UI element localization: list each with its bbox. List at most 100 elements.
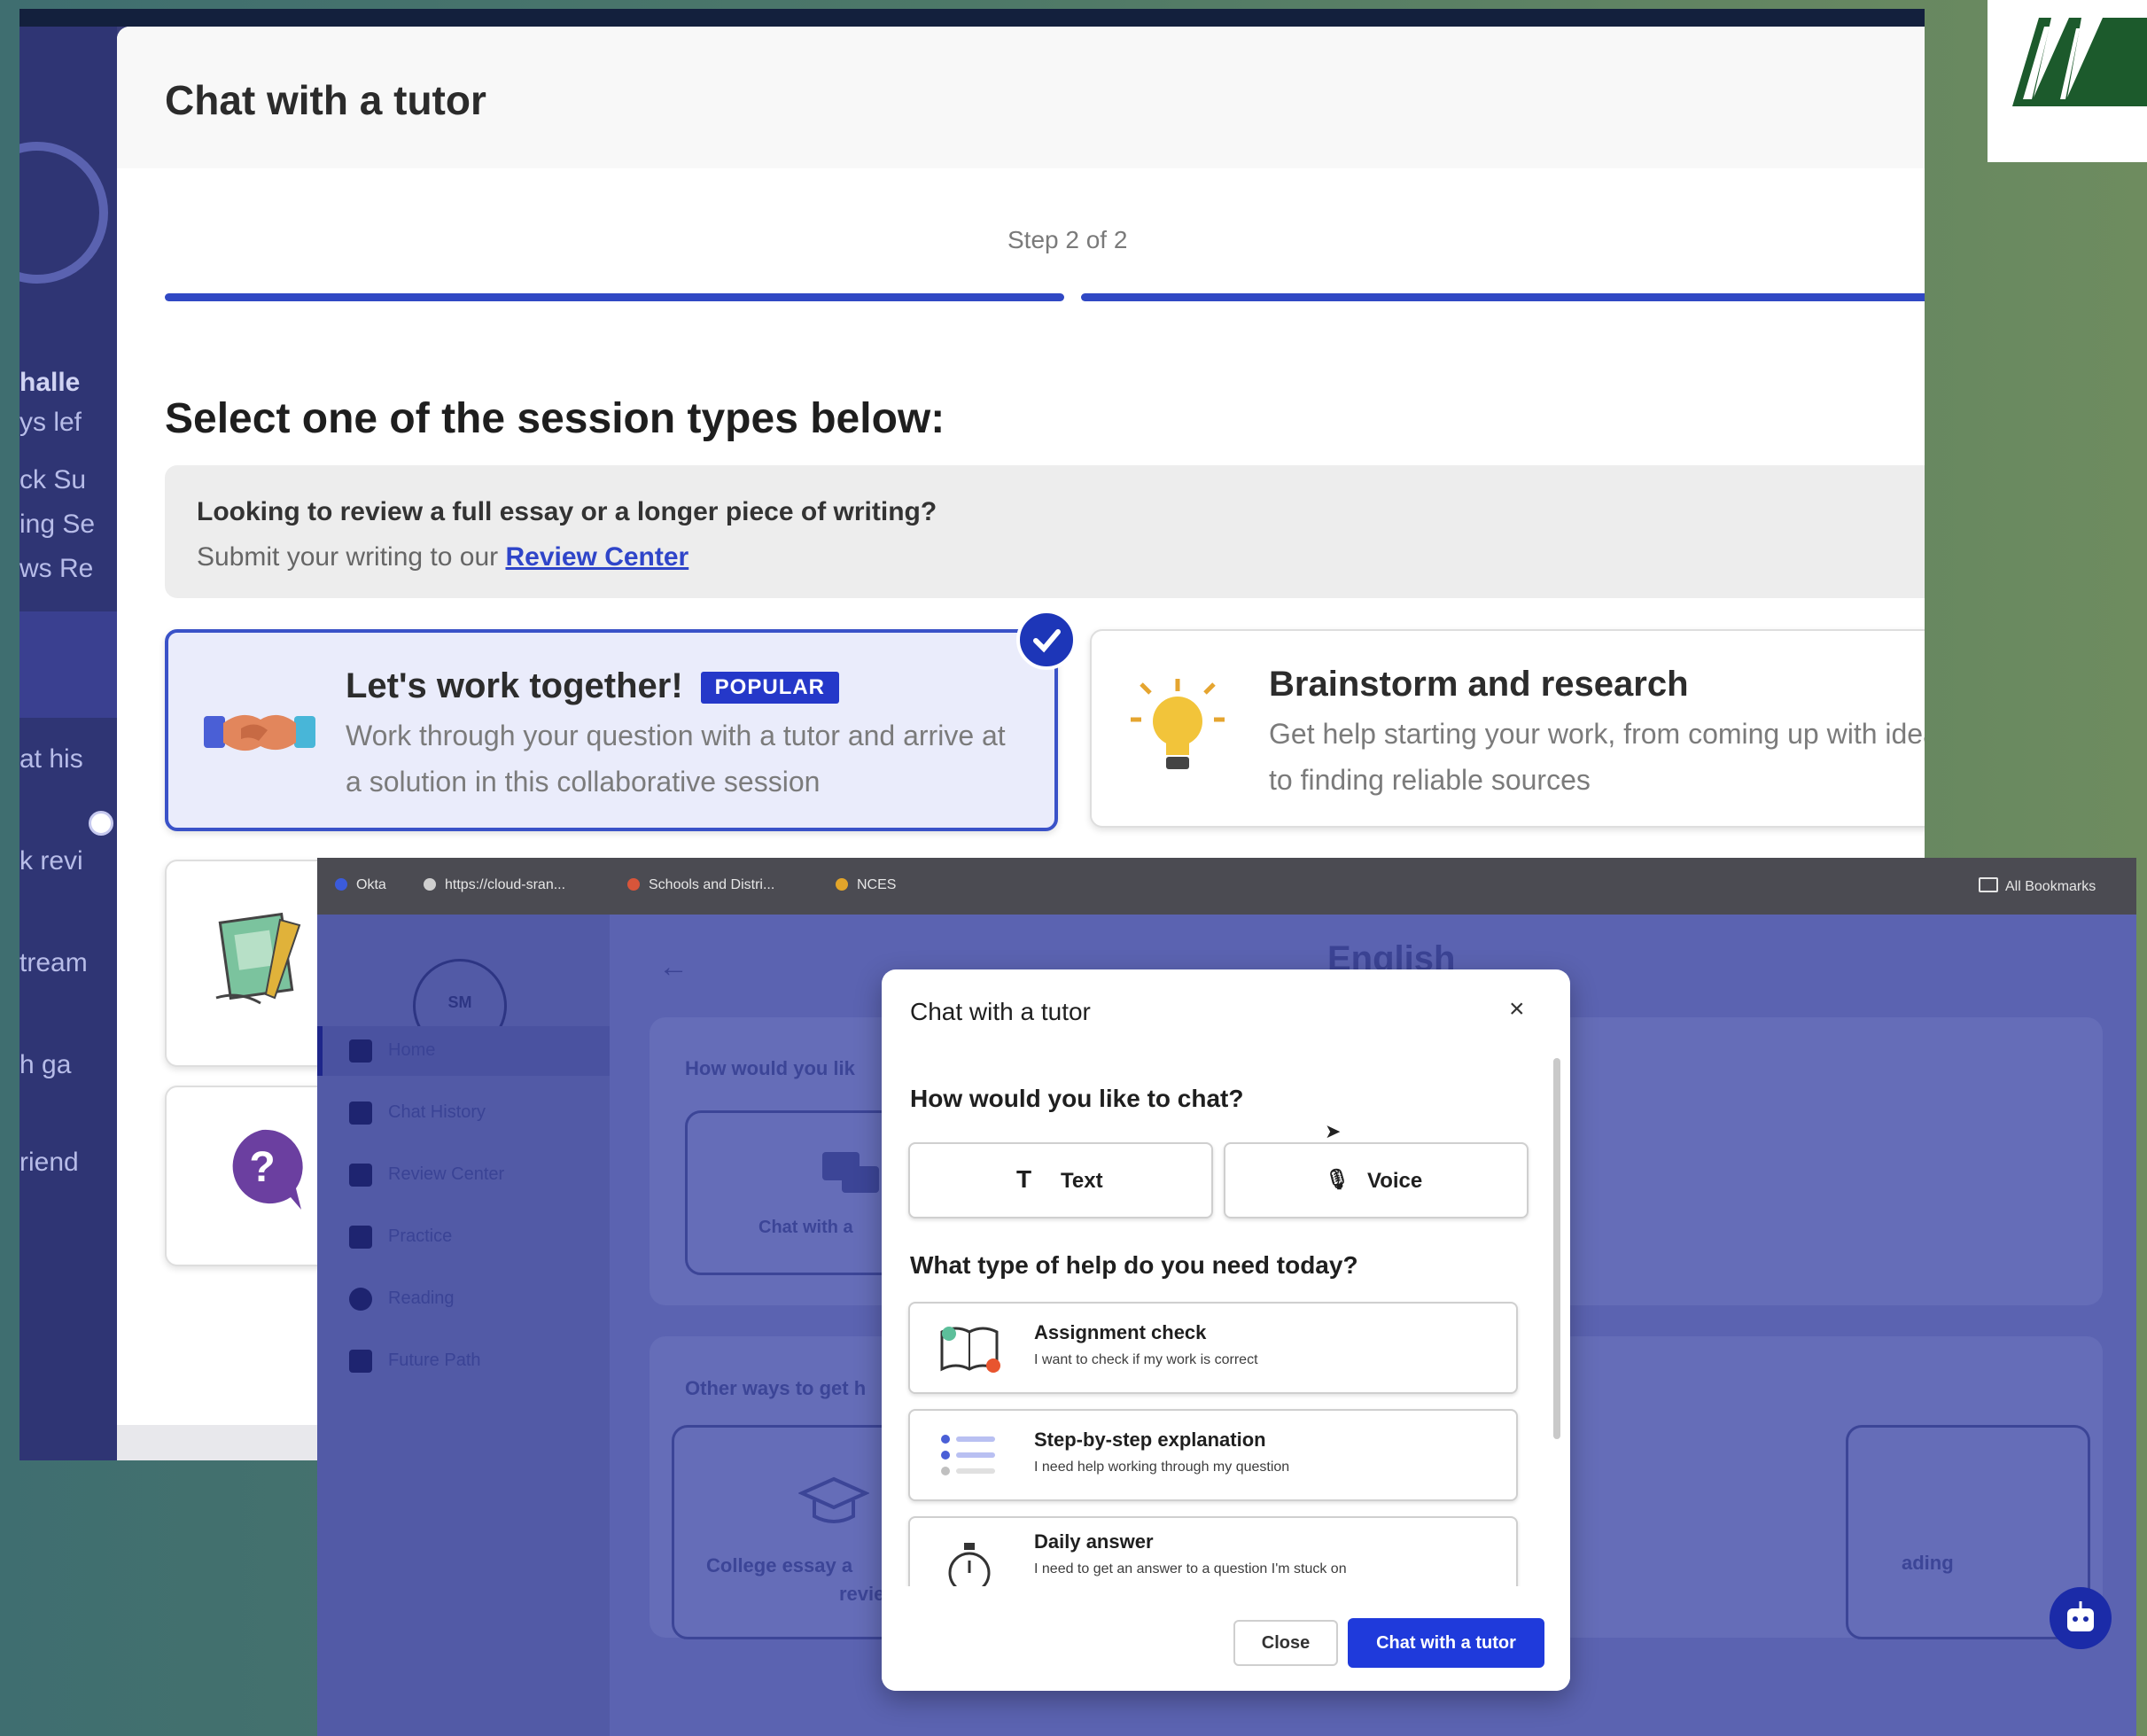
book-check-icon	[940, 1327, 1000, 1373]
graduation-cap-icon	[798, 1476, 869, 1523]
sidebar-highlight	[19, 611, 117, 718]
sidebar-fragment: ck Su	[19, 465, 87, 494]
bookmark-schools[interactable]: Schools and Distri...	[627, 877, 774, 893]
session-card-work-together[interactable]: Let's work together! POPULAR Work through…	[165, 629, 1058, 831]
back-arrow-icon[interactable]: ←	[658, 950, 688, 985]
bookmark-label: https://cloud-sran...	[445, 877, 566, 892]
help-subtitle: I need to get an answer to a question I'…	[1034, 1561, 1347, 1576]
dialog-scrollbar[interactable]	[1553, 1058, 1560, 1439]
review-center-link[interactable]: Review Center	[505, 542, 688, 572]
all-bookmarks[interactable]: All Bookmarks	[1979, 877, 2096, 895]
sidebar-fragment: h ga	[19, 1050, 72, 1079]
panel-heading: How would you lik	[685, 1057, 855, 1079]
svg-text:?: ?	[249, 1144, 275, 1191]
sidebar-fragment: ys lef	[19, 408, 82, 437]
college-essay-card[interactable]: College essay a review	[672, 1425, 900, 1639]
nav-item-review-center[interactable]: Review Center	[317, 1150, 610, 1200]
mode-label: Text	[1061, 1169, 1103, 1193]
nces-icon	[836, 878, 848, 891]
chat-with-tutor-button[interactable]: Chat with a tutor	[1348, 1618, 1544, 1668]
sidebar-fragment: tream	[19, 948, 88, 977]
close-icon[interactable]: ×	[1509, 994, 1525, 1024]
nav-label: Chat History	[388, 1102, 486, 1122]
card-description: Work through your question with a tutor …	[346, 720, 1006, 798]
progress-step-1	[165, 293, 1064, 301]
drag-handle[interactable]	[89, 811, 113, 836]
globe-icon	[424, 878, 436, 891]
school-logo	[1988, 0, 2147, 162]
nav-label: Reading	[388, 1288, 455, 1308]
college-label-line: College essay a	[706, 1554, 853, 1576]
bookmark-nces[interactable]: NCES	[836, 877, 896, 893]
avatar-initials: SM	[447, 993, 472, 1011]
back-top-bar	[19, 9, 1925, 27]
step-indicator: Step 2 of 2	[1007, 226, 1128, 253]
help-option-step-by-step[interactable]: Step-by-step explanation I need help wor…	[908, 1409, 1518, 1501]
card-title: Let's work together! POPULAR	[346, 666, 840, 706]
bookmark-label: Okta	[356, 877, 386, 892]
nav-item-reading[interactable]: Reading	[317, 1274, 610, 1324]
bookmark-label: Schools and Distri...	[649, 877, 775, 892]
nav-item-practice[interactable]: Practice	[317, 1212, 610, 1262]
chat-bot-button[interactable]	[2050, 1587, 2112, 1649]
modal-title: Chat with a tutor	[165, 77, 486, 123]
sidebar-fragment: at his	[19, 744, 83, 774]
close-button[interactable]: Close	[1233, 1620, 1338, 1666]
handshake-icon	[204, 714, 315, 751]
question-bubble-icon: ?	[232, 1129, 303, 1210]
nav-label: Review Center	[388, 1164, 505, 1184]
voice-mode-button[interactable]: 🎙 Voice	[1224, 1142, 1529, 1218]
app-sidebar: SM Home Chat History Review Center Pract…	[317, 915, 610, 1736]
modal-header: Chat with a tutor	[117, 27, 1925, 168]
chat-with-tutor-dialog: Chat with a tutor × How would you like t…	[882, 969, 1570, 1691]
chat-option-label: Chat with a	[758, 1218, 853, 1237]
review-info-box: Looking to review a full essay or a long…	[165, 465, 1925, 598]
browser-bookmarks-bar: Okta https://cloud-sran... Schools and D…	[317, 858, 2136, 915]
info-text: Submit your writing to our Review Center	[197, 542, 688, 572]
session-card-brainstorm[interactable]: Brainstorm and research Get help startin…	[1090, 629, 1925, 828]
help-option-assignment-check[interactable]: Assignment check I want to check if my w…	[908, 1302, 1518, 1394]
mode-label: Voice	[1367, 1169, 1423, 1193]
bookmark-okta[interactable]: Okta	[335, 877, 386, 893]
dialog-title: Chat with a tutor	[910, 998, 1091, 1025]
card-description: Get help starting your work, from coming…	[1269, 718, 1925, 796]
progress-step-2	[1081, 293, 1925, 301]
info-question: Looking to review a full essay or a long…	[197, 497, 937, 526]
timer-icon	[948, 1543, 991, 1591]
briefcase-icon	[349, 1350, 372, 1373]
school-icon	[627, 878, 640, 891]
sidebar-fragment: ing Se	[19, 510, 96, 539]
back-sidebar: halle ys lef ck Su ing Se ws Re at his k…	[19, 27, 117, 1460]
bookmark-cloud[interactable]: https://cloud-sran...	[424, 877, 565, 893]
card-title: Brainstorm and research	[1269, 665, 1689, 704]
college-essay-label: College essay a review	[706, 1552, 900, 1608]
grid-icon	[349, 1226, 372, 1249]
nav-label: Home	[388, 1040, 436, 1060]
document-icon	[349, 1164, 372, 1187]
help-title: Daily answer	[1034, 1530, 1154, 1553]
checklist-icon	[941, 1435, 995, 1475]
nav-item-chat-history[interactable]: Chat History	[317, 1088, 610, 1138]
robot-icon	[2067, 1601, 2094, 1631]
logo-mark-icon	[2012, 18, 2147, 106]
mouse-cursor-icon: ➤	[1325, 1120, 1342, 1142]
text-icon: T	[1016, 1165, 1032, 1193]
reading-label: ading	[1902, 1552, 1954, 1574]
dialog-footer: Close Chat with a tutor	[882, 1586, 1570, 1691]
lightbulb-icon	[1131, 679, 1225, 769]
reading-icon	[349, 1288, 372, 1311]
sidebar-fragment: k revi	[19, 846, 83, 876]
nav-active-indicator	[317, 1026, 323, 1076]
help-subtitle: I want to check if my work is correct	[1034, 1352, 1258, 1367]
info-prefix: Submit your writing to our	[197, 542, 499, 572]
help-title: Assignment check	[1034, 1321, 1207, 1343]
selected-check-icon	[1016, 610, 1077, 670]
nav-label: Future Path	[388, 1351, 481, 1370]
nav-item-home[interactable]: Home	[317, 1026, 610, 1076]
back-avatar	[19, 142, 108, 284]
nav-item-future-path[interactable]: Future Path	[317, 1336, 610, 1386]
text-mode-button[interactable]: T Text	[908, 1142, 1213, 1218]
nav-label: Practice	[388, 1226, 453, 1246]
sidebar-fragment: riend	[19, 1148, 79, 1177]
okta-icon	[335, 878, 347, 891]
